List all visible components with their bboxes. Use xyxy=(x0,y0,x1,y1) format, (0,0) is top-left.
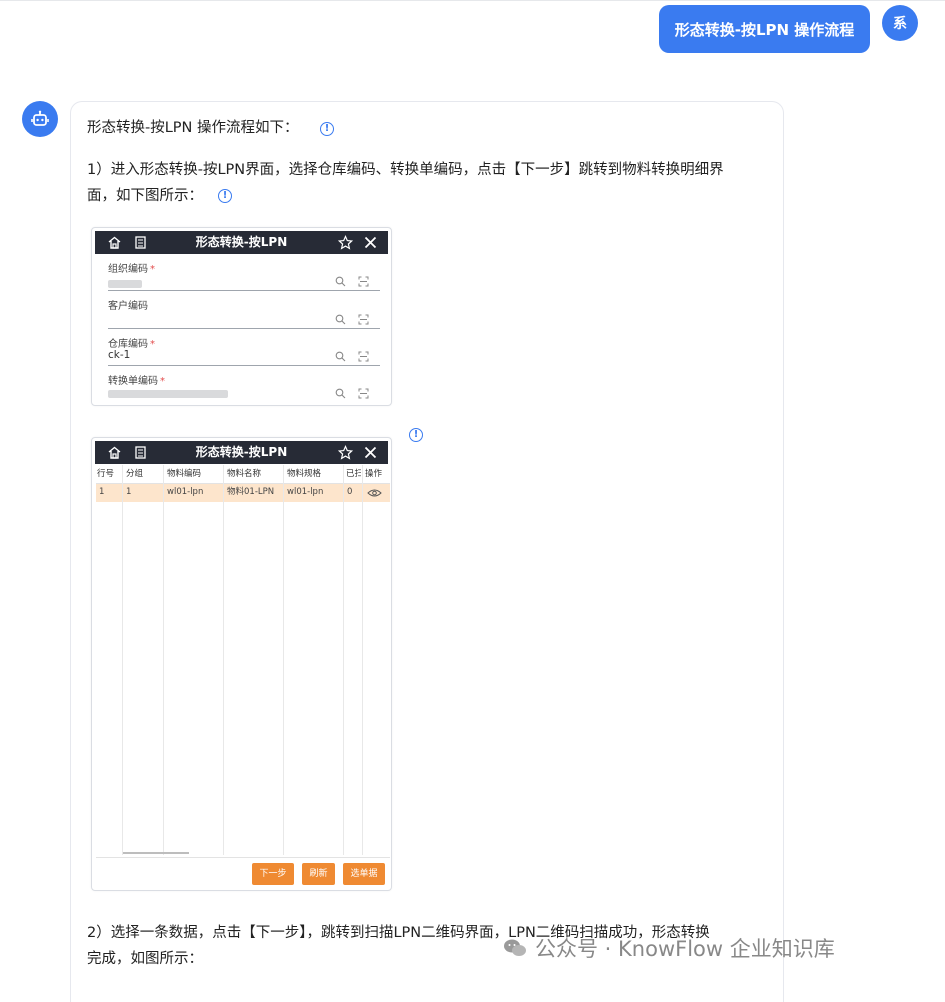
column-header: 物料名称 xyxy=(227,469,262,479)
field-label-org-code: 组织编码 * xyxy=(108,264,155,275)
bot-step1-line2: 面，如下图所示： xyxy=(87,188,203,204)
field-underline xyxy=(108,328,380,329)
horizontal-scrollbar[interactable] xyxy=(123,852,189,854)
watermark-text: 公众号 · KnowFlow 企业知识库 xyxy=(535,937,835,961)
blurred-value xyxy=(108,390,228,398)
search-icon xyxy=(335,276,346,287)
star-icon xyxy=(338,235,353,250)
column-header: 物料编码 xyxy=(167,469,202,479)
citation-info-icon[interactable]: ! xyxy=(409,428,423,442)
wechat-icon xyxy=(504,939,526,956)
watermark: 公众号 · KnowFlow 企业知识库 xyxy=(503,931,835,965)
table-cell: 0 xyxy=(347,487,353,497)
bot-step1-line1: 1）进入形态转换-按LPN界面，选择仓库编码、转换单编码，点击【下一步】跳转到物… xyxy=(87,162,724,178)
top-divider xyxy=(0,0,945,1)
column-header: 行号 xyxy=(97,469,115,479)
user-avatar[interactable]: 系 xyxy=(882,5,918,41)
column-header: 物料规格 xyxy=(287,469,322,479)
table-cell: 1 xyxy=(99,487,105,497)
field-underline xyxy=(108,365,380,366)
scan-icon xyxy=(358,314,369,325)
screenshot-header: 形态转换-按LPN xyxy=(95,231,388,254)
robot-icon xyxy=(31,110,49,126)
search-icon xyxy=(335,388,346,399)
search-icon xyxy=(335,351,346,362)
column-divider xyxy=(343,465,344,855)
scan-icon xyxy=(358,388,369,399)
citation-info-icon[interactable]: ! xyxy=(218,189,232,203)
blurred-value xyxy=(108,280,142,288)
eye-icon[interactable] xyxy=(367,488,382,498)
table-cell: 1 xyxy=(126,487,132,497)
user-message-text: 形态转换-按LPN 操作流程 xyxy=(674,20,855,39)
citation-info-icon[interactable]: ! xyxy=(320,122,334,136)
detail-table: 行号 分组 物料编码 物料名称 物料规格 已扫 操作 1 1 wl01-lpn … xyxy=(96,465,390,855)
bot-avatar xyxy=(22,101,58,137)
star-icon xyxy=(338,445,353,460)
refresh-button[interactable]: 刷新 xyxy=(302,863,335,885)
search-icon xyxy=(335,314,346,325)
field-underline xyxy=(108,290,380,291)
column-divider xyxy=(223,465,224,855)
table-cell: wl01-lpn xyxy=(287,487,324,497)
table-cell: 物料01-LPN xyxy=(227,487,275,497)
screenshot-table: 形态转换-按LPN 行号 分组 物料编码 物料名称 物料规格 已扫 操作 xyxy=(91,437,392,891)
column-divider xyxy=(362,465,363,855)
column-divider xyxy=(163,465,164,855)
column-header: 已扫 xyxy=(346,469,361,479)
select-document-button[interactable]: 选单据 xyxy=(343,863,385,885)
screenshot-header: 形态转换-按LPN xyxy=(95,441,388,464)
field-label-warehouse-code: 仓库编码 * xyxy=(108,339,155,350)
screenshot-form: 形态转换-按LPN 组织编码 * 客户编码 仓库编码 * ck-1 转换单编码 * xyxy=(91,227,392,406)
user-avatar-label: 系 xyxy=(893,16,907,32)
column-divider xyxy=(283,465,284,855)
field-label-conversion-order-code: 转换单编码 * xyxy=(108,376,165,387)
table-cell: wl01-lpn xyxy=(167,487,204,497)
footer-divider xyxy=(96,857,390,858)
column-header: 操作 xyxy=(365,469,383,479)
bot-message-card: 形态转换-按LPN 操作流程如下： ! 1）进入形态转换-按LPN界面，选择仓库… xyxy=(70,101,784,1002)
scan-icon xyxy=(358,276,369,287)
field-label-customer-code: 客户编码 xyxy=(108,301,148,312)
close-icon xyxy=(364,446,377,459)
user-message-bubble: 形态转换-按LPN 操作流程 xyxy=(659,5,870,53)
column-header: 分组 xyxy=(126,469,144,479)
column-divider xyxy=(122,465,123,855)
bot-step2-line2: 完成，如图所示： xyxy=(87,951,203,967)
scan-icon xyxy=(358,351,369,362)
bot-intro-text: 形态转换-按LPN 操作流程如下： xyxy=(87,120,299,136)
next-step-button[interactable]: 下一步 xyxy=(252,863,294,885)
close-icon xyxy=(364,236,377,249)
field-value-warehouse-code: ck-1 xyxy=(108,349,131,361)
